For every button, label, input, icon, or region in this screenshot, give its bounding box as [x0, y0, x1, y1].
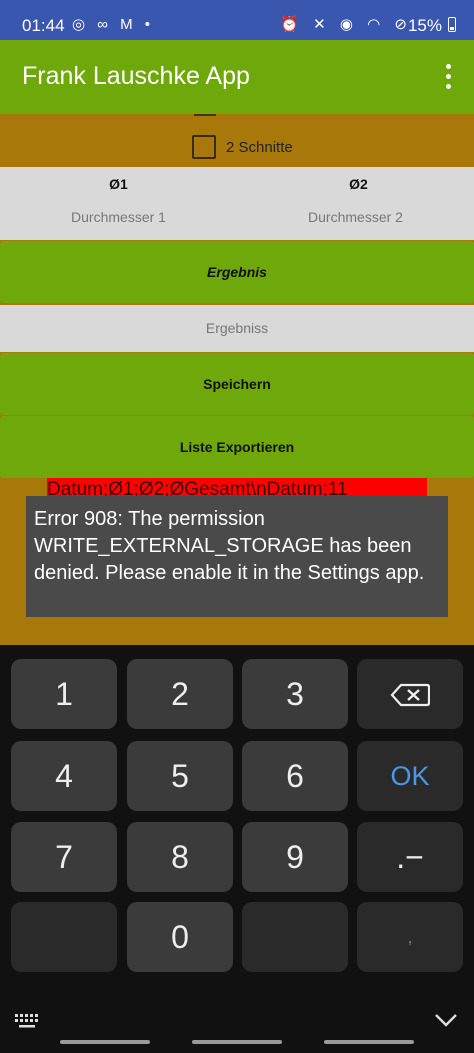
symbol-key[interactable]: .− [357, 822, 463, 892]
battery-percent: 15% [407, 16, 442, 35]
diameter-1-header: Ø1 [109, 176, 128, 192]
comma-key[interactable]: , [357, 902, 463, 972]
export-preview-text: Datum;Ø1;Ø2;ØGesamt\nDatum;11 [47, 479, 348, 496]
status-bar: 01:44 ◎ ∞ M • ⏰ ✕ ◉ ◠ ⊘ 15% [0, 0, 474, 40]
error-toast: Error 908: The permission WRITE_EXTERNAL… [26, 496, 448, 617]
key-5[interactable]: 5 [127, 741, 233, 811]
app-bar: Frank Lauschke App [0, 40, 474, 114]
ergebnis-button[interactable]: Ergebnis [0, 241, 474, 303]
overflow-menu-icon[interactable] [446, 64, 452, 90]
key-4[interactable]: 4 [11, 741, 117, 811]
export-preview: Datum;Ø1;Ø2;ØGesamt\nDatum;11 [47, 478, 427, 496]
toast-message: Error 908: The permission WRITE_EXTERNAL… [34, 508, 425, 584]
key-6[interactable]: 6 [242, 741, 348, 811]
ergebnis-field[interactable]: Ergebniss [0, 305, 474, 352]
main-content: 2 Schnitte Ø1 Ø2 Durchmesser 1 Durchmess… [0, 114, 474, 645]
save-button[interactable]: Speichern [0, 353, 474, 415]
key-0[interactable]: 0 [127, 902, 233, 972]
system-status-icons: ⏰ ✕ ◉ ◠ ⊘ [280, 16, 412, 33]
battery-icon [448, 17, 456, 32]
diameter-2-header: Ø2 [349, 176, 368, 192]
empty-key-right [242, 902, 348, 972]
two-cuts-checkbox[interactable] [192, 135, 216, 159]
nav-handle-left [60, 1040, 150, 1044]
key-2[interactable]: 2 [127, 659, 233, 729]
backspace-key[interactable] [357, 659, 463, 729]
diameter-2-input[interactable]: Durchmesser 2 [237, 209, 474, 225]
key-9[interactable]: 9 [242, 822, 348, 892]
key-1[interactable]: 1 [11, 659, 117, 729]
diameter-1-input[interactable]: Durchmesser 1 [0, 209, 237, 225]
nav-handle-right [324, 1040, 414, 1044]
export-list-button[interactable]: Liste Exportieren [0, 416, 474, 478]
key-8[interactable]: 8 [127, 822, 233, 892]
app-title: Frank Lauschke App [22, 62, 250, 90]
keyboard-icon[interactable] [14, 1013, 40, 1029]
diameter-panel: Ø1 Ø2 Durchmesser 1 Durchmesser 2 [0, 167, 474, 240]
hide-keyboard-chevron-icon[interactable] [434, 1012, 458, 1028]
nav-handle-center [192, 1040, 282, 1044]
backspace-icon [390, 683, 430, 707]
empty-key-left [11, 902, 117, 972]
key-7[interactable]: 7 [11, 822, 117, 892]
checkbox-label: 2 Schnitte [226, 139, 293, 156]
key-3[interactable]: 3 [242, 659, 348, 729]
checkbox-partial[interactable] [194, 114, 216, 116]
clock: 01:44 [22, 16, 65, 35]
notification-icons: ◎ ∞ M • [72, 16, 155, 33]
ok-key[interactable]: OK [357, 741, 463, 811]
numeric-keyboard: 1 2 3 4 5 6 OK 7 8 9 .− 0 , [0, 645, 474, 1053]
